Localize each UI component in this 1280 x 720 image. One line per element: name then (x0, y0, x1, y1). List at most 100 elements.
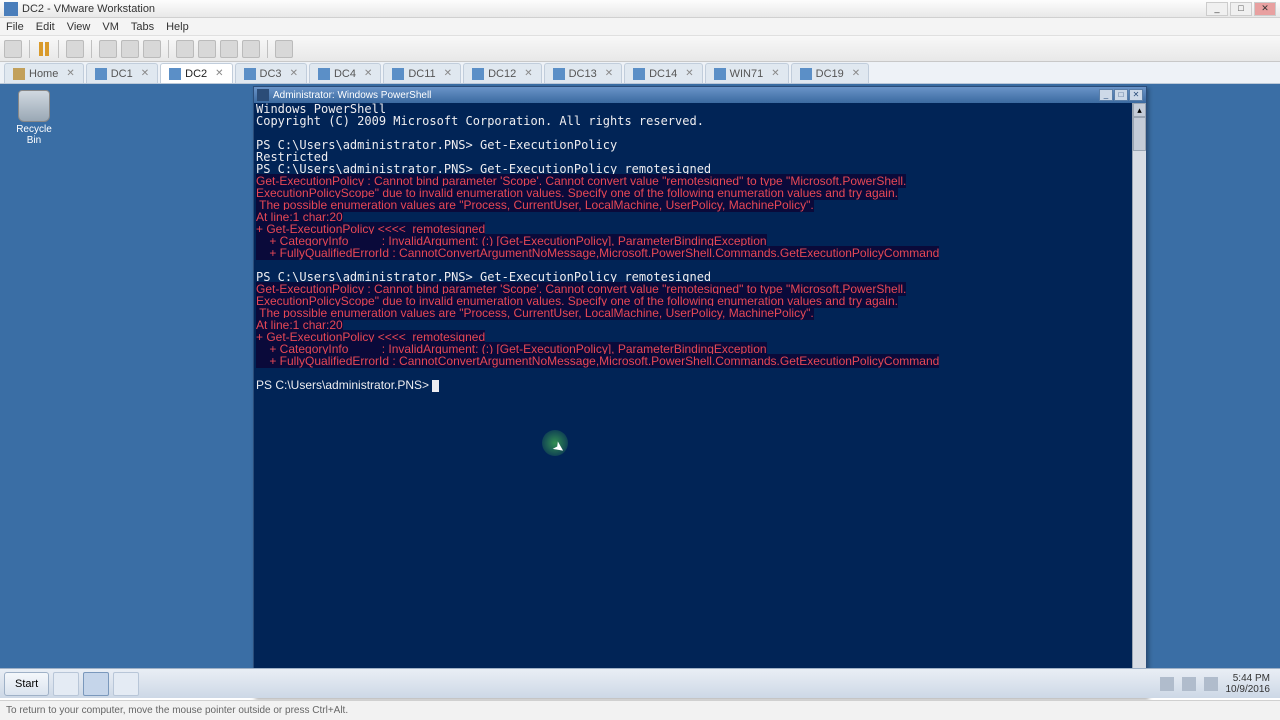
guest-taskbar: Start 5:44 PM 10/9/2016 (0, 668, 1280, 698)
powershell-window[interactable]: Administrator: Windows PowerShell _ □ ✕ … (253, 86, 1147, 698)
tab-label: DC4 (334, 68, 356, 80)
tab-win71[interactable]: WIN71 ✕ (705, 63, 789, 83)
tab-dc3[interactable]: DC3 ✕ (235, 63, 307, 83)
recycle-bin[interactable]: Recycle Bin (10, 90, 58, 146)
tray-network-icon[interactable] (1182, 677, 1196, 691)
host-status-text: To return to your computer, move the mou… (6, 705, 348, 716)
home-icon (13, 68, 25, 80)
tab-close-icon[interactable]: ✕ (364, 68, 372, 79)
tab-dc11[interactable]: DC11 ✕ (383, 63, 461, 83)
menu-help[interactable]: Help (166, 21, 189, 33)
tab-close-icon[interactable]: ✕ (852, 68, 860, 79)
tab-label: DC3 (260, 68, 282, 80)
powershell-scrollbar[interactable]: ▴ ▾ (1132, 103, 1146, 697)
tab-close-icon[interactable]: ✕ (290, 68, 298, 79)
tab-close-icon[interactable]: ✕ (215, 68, 223, 79)
host-minimize-button[interactable]: _ (1206, 2, 1228, 16)
toolbar-fullscreen-button[interactable] (275, 40, 293, 58)
vmware-icon (4, 2, 18, 16)
toolbar-pause-button[interactable] (37, 41, 51, 57)
start-label: Start (15, 678, 38, 690)
toolbar-btn-f[interactable] (220, 40, 238, 58)
host-tabbar: Home✕DC1✕DC2✕DC3✕DC4✕DC11✕DC12✕DC13✕DC14… (0, 62, 1280, 84)
vm-icon (244, 68, 256, 80)
tab-label: DC1 (111, 68, 133, 80)
tab-dc13[interactable]: DC13 ✕ (544, 63, 623, 83)
ps-close-button[interactable]: ✕ (1129, 89, 1143, 101)
tab-label: Home (29, 68, 58, 80)
vm-icon (800, 68, 812, 80)
tab-label: DC14 (649, 68, 677, 80)
tray-date: 10/9/2016 (1226, 684, 1271, 695)
menu-view[interactable]: View (67, 21, 91, 33)
menu-edit[interactable]: Edit (36, 21, 55, 33)
toolbar-btn-g[interactable] (242, 40, 260, 58)
vm-icon (553, 68, 565, 80)
quicklaunch-powershell[interactable] (83, 672, 109, 696)
tray-flag-icon[interactable] (1160, 677, 1174, 691)
toolbar-btn-d[interactable] (176, 40, 194, 58)
vm-icon (472, 68, 484, 80)
vm-icon (714, 68, 726, 80)
vmware-title: DC2 - VMware Workstation (22, 3, 155, 15)
system-tray[interactable]: 5:44 PM 10/9/2016 (1160, 673, 1277, 695)
ps-minimize-button[interactable]: _ (1099, 89, 1113, 101)
tab-label: DC11 (408, 68, 435, 80)
tab-dc2[interactable]: DC2✕ (160, 63, 232, 83)
vm-icon (392, 68, 404, 80)
guest-desktop[interactable]: Recycle Bin Administrator: Windows Power… (0, 84, 1280, 698)
toolbar-power-button[interactable] (4, 40, 22, 58)
tab-label: WIN71 (730, 68, 764, 80)
host-menubar: File Edit View VM Tabs Help (0, 18, 1280, 36)
tab-dc19[interactable]: DC19 ✕ (791, 63, 870, 83)
tab-dc14[interactable]: DC14 ✕ (624, 63, 703, 83)
tab-close-icon[interactable]: ✕ (685, 68, 693, 79)
scroll-up-button[interactable]: ▴ (1133, 103, 1146, 117)
menu-file[interactable]: File (6, 21, 24, 33)
tab-close-icon[interactable]: ✕ (524, 68, 532, 79)
powershell-content[interactable]: Windows PowerShell Copyright (C) 2009 Mi… (254, 103, 1132, 392)
vmware-titlebar[interactable]: DC2 - VMware Workstation _ □ ✕ (0, 0, 1280, 18)
quicklaunch-explorer[interactable] (53, 672, 79, 696)
toolbar-btn-b[interactable] (121, 40, 139, 58)
powershell-titlebar[interactable]: Administrator: Windows PowerShell _ □ ✕ (254, 87, 1146, 103)
tab-close-icon[interactable]: ✕ (605, 68, 613, 79)
tab-close-icon[interactable]: ✕ (444, 68, 452, 79)
toolbar-snapshot-button[interactable] (66, 40, 84, 58)
toolbar-btn-a[interactable] (99, 40, 117, 58)
powershell-icon (257, 89, 269, 101)
toolbar-btn-e[interactable] (198, 40, 216, 58)
tab-label: DC13 (569, 68, 597, 80)
tab-close-icon[interactable]: ✕ (141, 68, 149, 79)
recycle-bin-icon (18, 90, 50, 122)
powershell-title: Administrator: Windows PowerShell (273, 90, 431, 101)
host-toolbar (0, 36, 1280, 62)
host-window-buttons: _ □ ✕ (1206, 2, 1276, 16)
vm-icon (318, 68, 330, 80)
toolbar-btn-c[interactable] (143, 40, 161, 58)
tab-label: DC12 (488, 68, 516, 80)
tab-close-icon[interactable]: ✕ (771, 68, 779, 79)
ps-maximize-button[interactable]: □ (1114, 89, 1128, 101)
host-close-button[interactable]: ✕ (1254, 2, 1276, 16)
start-button[interactable]: Start (4, 672, 49, 696)
tab-label: DC19 (816, 68, 844, 80)
scroll-thumb[interactable] (1133, 117, 1146, 151)
powershell-body[interactable]: Windows PowerShell Copyright (C) 2009 Mi… (254, 103, 1146, 697)
tab-dc1[interactable]: DC1 ✕ (86, 63, 158, 83)
tab-home[interactable]: Home ✕ (4, 63, 84, 83)
tab-close-icon[interactable]: ✕ (66, 68, 74, 79)
quicklaunch-folder[interactable] (113, 672, 139, 696)
tray-time: 5:44 PM (1226, 673, 1271, 684)
tab-dc4[interactable]: DC4 ✕ (309, 63, 381, 83)
recycle-bin-label: Recycle Bin (10, 124, 58, 146)
tab-dc12[interactable]: DC12 ✕ (463, 63, 542, 83)
vm-icon (95, 68, 107, 80)
vm-icon (169, 68, 181, 80)
vm-icon (633, 68, 645, 80)
menu-tabs[interactable]: Tabs (131, 21, 154, 33)
menu-vm[interactable]: VM (102, 21, 119, 33)
host-statusbar: To return to your computer, move the mou… (0, 700, 1280, 720)
tray-sound-icon[interactable] (1204, 677, 1218, 691)
host-maximize-button[interactable]: □ (1230, 2, 1252, 16)
